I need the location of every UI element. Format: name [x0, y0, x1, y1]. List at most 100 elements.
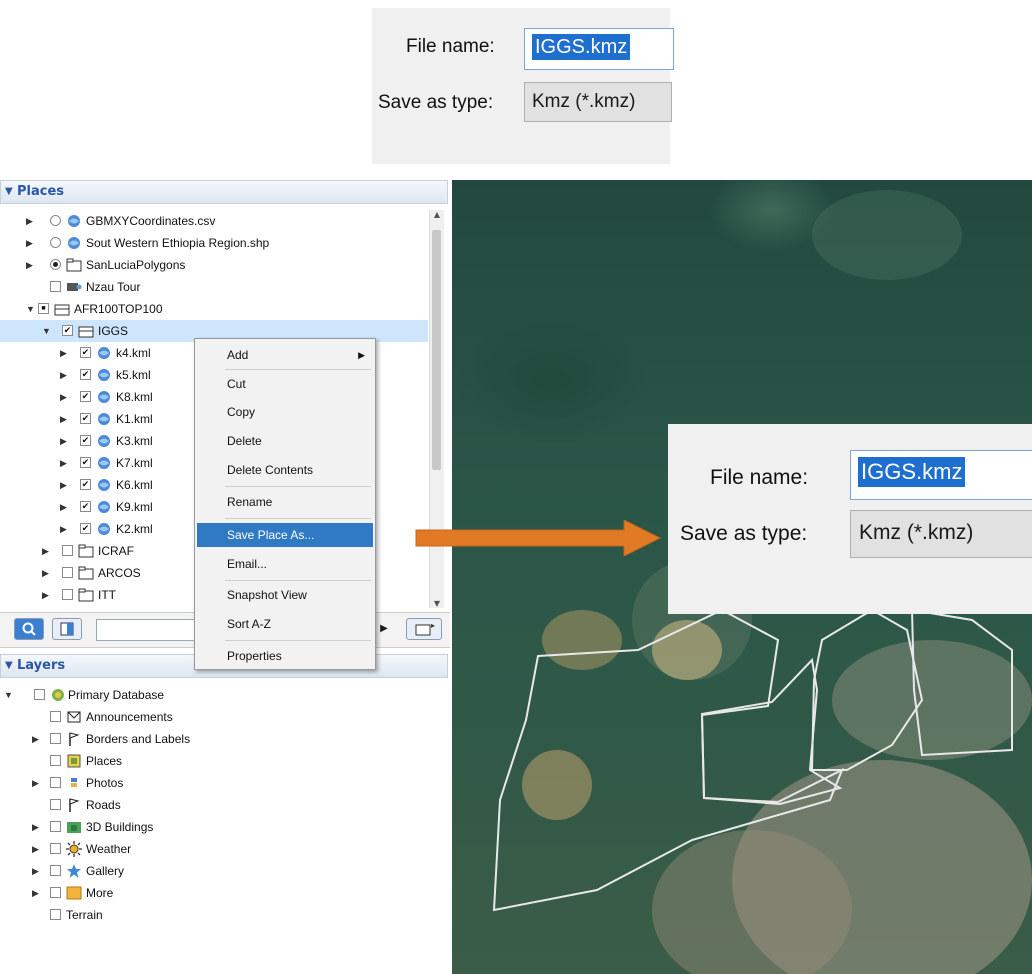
save-as-type-select[interactable]: Kmz (*.kmz)	[524, 82, 672, 122]
tree-item-label: Terrain	[66, 908, 103, 922]
collapse-arrow-icon[interactable]: ▼	[42, 320, 52, 342]
expand-arrow-icon[interactable]: ▶	[32, 816, 42, 838]
tree-item[interactable]: Terrain	[0, 904, 440, 926]
visibility-radio[interactable]	[50, 237, 61, 248]
visibility-checkbox[interactable]: ✔	[80, 391, 91, 402]
expand-arrow-icon[interactable]: ▶	[42, 540, 52, 562]
visibility-checkbox[interactable]: ✔	[80, 457, 91, 468]
tree-item[interactable]: ▶ Sout Western Ethiopia Region.shp	[0, 232, 428, 254]
expand-arrow-icon[interactable]: ▶	[26, 254, 36, 276]
visibility-checkbox[interactable]: ✔	[80, 479, 91, 490]
tree-item[interactable]: ▶ 3D Buildings	[0, 816, 440, 838]
tree-item[interactable]: ▶ Borders and Labels	[0, 728, 440, 750]
tree-item[interactable]: ▼ Primary Database	[0, 684, 440, 706]
visibility-checkbox[interactable]	[50, 821, 61, 832]
expand-arrow-icon[interactable]: ▶	[60, 474, 70, 496]
expand-arrow-icon[interactable]: ▶	[60, 408, 70, 430]
context-menu[interactable]: Add ▶ Cut Copy Delete Delete Contents Re…	[194, 338, 376, 670]
menu-item-rename[interactable]: Rename	[197, 490, 373, 514]
menu-item-snapshot-view[interactable]: Snapshot View	[197, 583, 373, 607]
save-as-type-select[interactable]: Kmz (*.kmz)	[850, 510, 1032, 558]
collapse-arrow-icon[interactable]: ▼	[26, 298, 36, 320]
scroll-down-icon[interactable]: ▼	[430, 599, 444, 608]
menu-item-email[interactable]: Email...	[197, 552, 373, 576]
visibility-checkbox[interactable]	[50, 887, 61, 898]
visibility-checkbox[interactable]	[50, 281, 61, 292]
visibility-checkbox[interactable]: ✔	[80, 523, 91, 534]
tree-item-label: Sout Western Ethiopia Region.shp	[86, 236, 270, 250]
expand-arrow-icon[interactable]: ▶	[32, 728, 42, 750]
file-name-input[interactable]: IGGS.kmz	[850, 450, 1032, 500]
kml-layer-icon	[66, 213, 82, 229]
expand-arrow-icon[interactable]: ▶	[32, 772, 42, 794]
folder-icon: ▸	[415, 621, 435, 636]
visibility-checkbox[interactable]	[62, 589, 73, 600]
add-folder-button[interactable]: ▸	[406, 618, 442, 640]
tree-item[interactable]: ▶ More	[0, 882, 440, 904]
menu-item-delete[interactable]: Delete	[197, 429, 373, 453]
menu-item-properties[interactable]: Properties	[197, 644, 373, 668]
expand-arrow-icon[interactable]: ▶	[60, 452, 70, 474]
expand-arrow-icon[interactable]: ▶	[32, 882, 42, 904]
visibility-checkbox[interactable]	[50, 733, 61, 744]
tree-item[interactable]: Places	[0, 750, 440, 772]
expand-arrow-icon[interactable]: ▶	[60, 496, 70, 518]
collapse-arrow-icon[interactable]: ▼	[4, 684, 14, 706]
expand-arrow-icon[interactable]: ▶	[32, 860, 42, 882]
visibility-checkbox[interactable]: ✔	[62, 325, 73, 336]
visibility-checkbox[interactable]	[50, 865, 61, 876]
visibility-checkbox[interactable]	[34, 689, 45, 700]
menu-item-delete-contents[interactable]: Delete Contents	[197, 458, 373, 482]
layers-tree[interactable]: ▼ Primary Database Announcements ▶ Borde…	[0, 680, 440, 960]
tree-item[interactable]: Roads	[0, 794, 440, 816]
visibility-checkbox[interactable]	[50, 909, 61, 920]
expand-arrow-icon[interactable]: ▶	[60, 430, 70, 452]
tree-item[interactable]: Nzau Tour	[0, 276, 428, 298]
tree-item[interactable]: ▶ SanLuciaPolygons	[0, 254, 428, 276]
scroll-up-icon[interactable]: ▲	[430, 210, 444, 219]
visibility-checkbox[interactable]	[50, 755, 61, 766]
expand-arrow-icon[interactable]: ▶	[42, 584, 52, 606]
visibility-checkbox[interactable]: ✔	[80, 413, 91, 424]
tree-item[interactable]: ▶ Gallery	[0, 860, 440, 882]
menu-item-save-place-as[interactable]: Save Place As...	[197, 523, 373, 547]
expand-arrow-icon[interactable]: ▶	[26, 210, 36, 232]
tree-item[interactable]: ▶ GBMXYCoordinates.csv	[0, 210, 428, 232]
visibility-checkbox[interactable]: ■	[38, 303, 49, 314]
svg-text:▸: ▸	[431, 621, 435, 630]
visibility-radio[interactable]	[50, 259, 61, 270]
expand-arrow-icon[interactable]: ▶	[60, 342, 70, 364]
visibility-radio[interactable]	[50, 215, 61, 226]
menu-item-sort-a-z[interactable]: Sort A-Z	[197, 612, 373, 636]
visibility-checkbox[interactable]: ✔	[80, 435, 91, 446]
visibility-checkbox[interactable]	[50, 777, 61, 788]
tree-item[interactable]: Announcements	[0, 706, 440, 728]
menu-item-add[interactable]: Add ▶	[197, 343, 373, 367]
visibility-checkbox[interactable]	[62, 545, 73, 556]
file-name-value: IGGS.kmz	[532, 34, 631, 60]
file-name-input[interactable]: IGGS.kmz	[524, 28, 674, 70]
visibility-checkbox[interactable]: ✔	[80, 347, 91, 358]
visibility-checkbox[interactable]	[50, 843, 61, 854]
visibility-checkbox[interactable]: ✔	[80, 501, 91, 512]
tree-item[interactable]: ▶ Photos	[0, 772, 440, 794]
expand-arrow-icon[interactable]: ▶	[60, 386, 70, 408]
tree-item[interactable]: ▼ ■ AFR100TOP100	[0, 298, 428, 320]
expand-arrow-icon[interactable]: ▶	[42, 562, 52, 584]
search-panel-button[interactable]	[14, 618, 44, 640]
expand-arrow-icon[interactable]: ▶	[60, 518, 70, 540]
places-header[interactable]: ▼ Places	[0, 180, 448, 204]
visibility-checkbox[interactable]	[50, 799, 61, 810]
expand-arrow-icon[interactable]: ▶	[26, 232, 36, 254]
play-tour-icon[interactable]: ▶	[374, 618, 394, 640]
expand-arrow-icon[interactable]: ▶	[60, 364, 70, 386]
visibility-checkbox[interactable]	[62, 567, 73, 578]
menu-item-cut[interactable]: Cut	[197, 372, 373, 396]
visibility-checkbox[interactable]: ✔	[80, 369, 91, 380]
panel-toggle-button[interactable]	[52, 618, 82, 640]
expand-arrow-icon[interactable]: ▶	[32, 838, 42, 860]
scrollbar-thumb[interactable]	[432, 230, 441, 470]
menu-item-copy[interactable]: Copy	[197, 400, 373, 424]
visibility-checkbox[interactable]	[50, 711, 61, 722]
tree-item[interactable]: ▶ Weather	[0, 838, 440, 860]
